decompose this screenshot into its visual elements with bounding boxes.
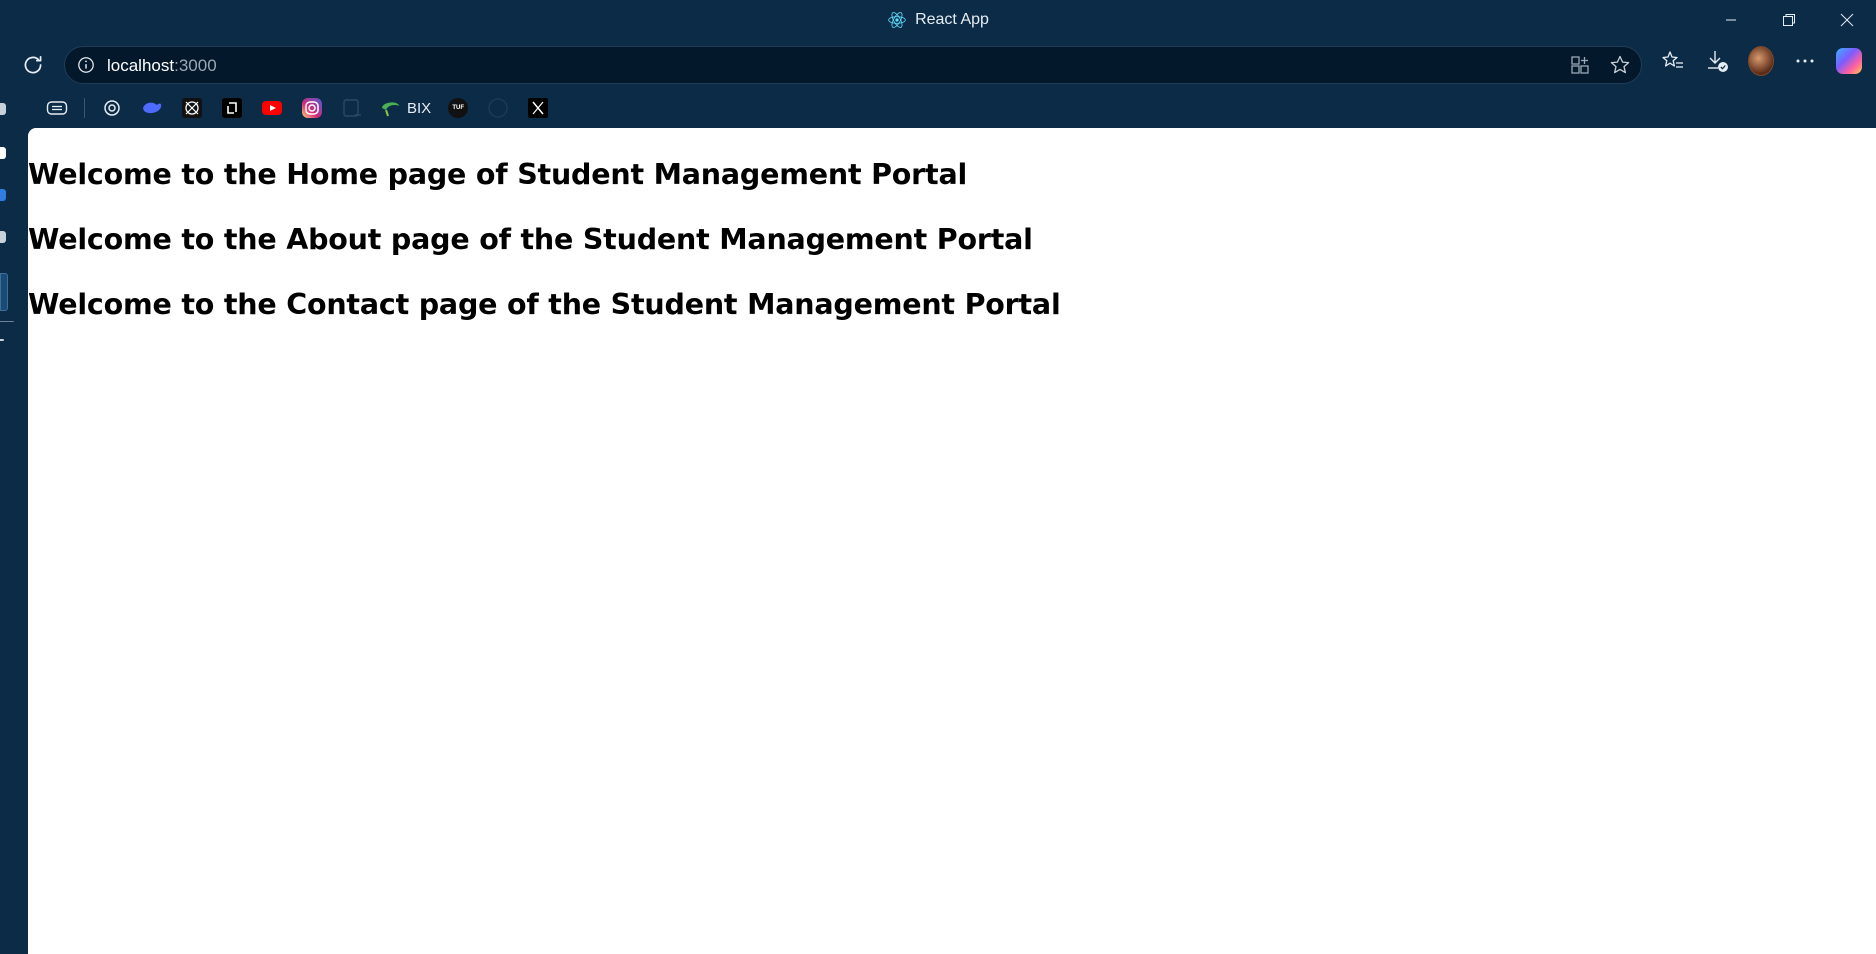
sidebar-item-3[interactable]: [0, 189, 6, 201]
bookmark-bix[interactable]: BIX: [379, 98, 431, 118]
more-menu-button[interactable]: [1792, 48, 1818, 74]
sidebar-item-1[interactable]: [0, 103, 6, 115]
browser-window: React App localhost:3000 BIX TUF Welcome…: [0, 0, 1876, 954]
react-logo-icon: [888, 12, 906, 28]
tuf-badge: TUF: [452, 105, 465, 111]
window-title-area: React App: [0, 10, 1876, 30]
reload-icon[interactable]: [20, 52, 46, 78]
avatar: [1748, 46, 1774, 76]
tuf-icon[interactable]: TUF: [445, 95, 471, 121]
github-icon[interactable]: [485, 95, 511, 121]
favorites-separator: [84, 98, 85, 118]
address-bar-actions: [1569, 54, 1631, 76]
sidebar-item-active[interactable]: [0, 273, 8, 311]
profile-button[interactable]: [1748, 46, 1774, 76]
github-faded-icon[interactable]: [339, 95, 365, 121]
sidebar-add[interactable]: [0, 339, 4, 341]
instagram-icon[interactable]: [299, 95, 325, 121]
sidebar-item-4[interactable]: [0, 231, 6, 243]
favorite-star-icon[interactable]: [1609, 54, 1631, 76]
about-heading: Welcome to the About page of the Student…: [28, 223, 1033, 256]
title-bar: React App: [0, 0, 1876, 40]
url-port: :3000: [174, 56, 217, 75]
bookmark-bix-label: BIX: [407, 99, 432, 117]
site-info-icon[interactable]: [77, 56, 95, 74]
restore-icon: [1783, 14, 1795, 26]
navigation-bar: localhost:3000: [0, 44, 1876, 86]
codeforces-icon[interactable]: [179, 95, 205, 121]
favorites-button[interactable]: [1660, 48, 1686, 74]
more-dots-icon: [1796, 59, 1814, 63]
window-title: React App: [915, 11, 989, 28]
x-icon[interactable]: [525, 95, 551, 121]
window-controls: [1702, 0, 1876, 40]
page-viewport: Welcome to the Home page of Student Mana…: [28, 128, 1876, 954]
chatgpt-icon[interactable]: [99, 95, 125, 121]
bix-icon: [382, 102, 399, 117]
close-button[interactable]: [1818, 0, 1876, 40]
app-available-icon[interactable]: [1569, 54, 1591, 76]
restore-button[interactable]: [1760, 0, 1818, 40]
url-host: localhost: [107, 56, 175, 75]
favorites-bar: BIX TUF: [44, 95, 551, 121]
downloads-button[interactable]: [1704, 48, 1730, 74]
address-bar[interactable]: localhost:3000: [64, 46, 1642, 84]
toolbar-actions: [1660, 46, 1862, 76]
minimize-button[interactable]: [1702, 0, 1760, 40]
minimize-icon: [1726, 19, 1736, 21]
leetcode-icon[interactable]: [219, 95, 245, 121]
favorites-list-icon: [1662, 51, 1683, 68]
copilot-icon: [1836, 48, 1862, 74]
copilot-button[interactable]: [1836, 48, 1862, 74]
sidebar-item-2[interactable]: [0, 147, 6, 159]
url-text[interactable]: localhost:3000: [107, 56, 217, 76]
close-icon: [1840, 13, 1854, 27]
sidebar-divider: [0, 321, 14, 322]
contact-heading: Welcome to the Contact page of the Stude…: [28, 288, 1061, 321]
sidebar-strip: [0, 95, 28, 954]
deepseek-icon[interactable]: [139, 95, 165, 121]
home-heading: Welcome to the Home page of Student Mana…: [28, 158, 968, 191]
collections-icon[interactable]: [44, 95, 70, 121]
youtube-icon[interactable]: [259, 95, 285, 121]
download-icon: [1708, 51, 1728, 72]
